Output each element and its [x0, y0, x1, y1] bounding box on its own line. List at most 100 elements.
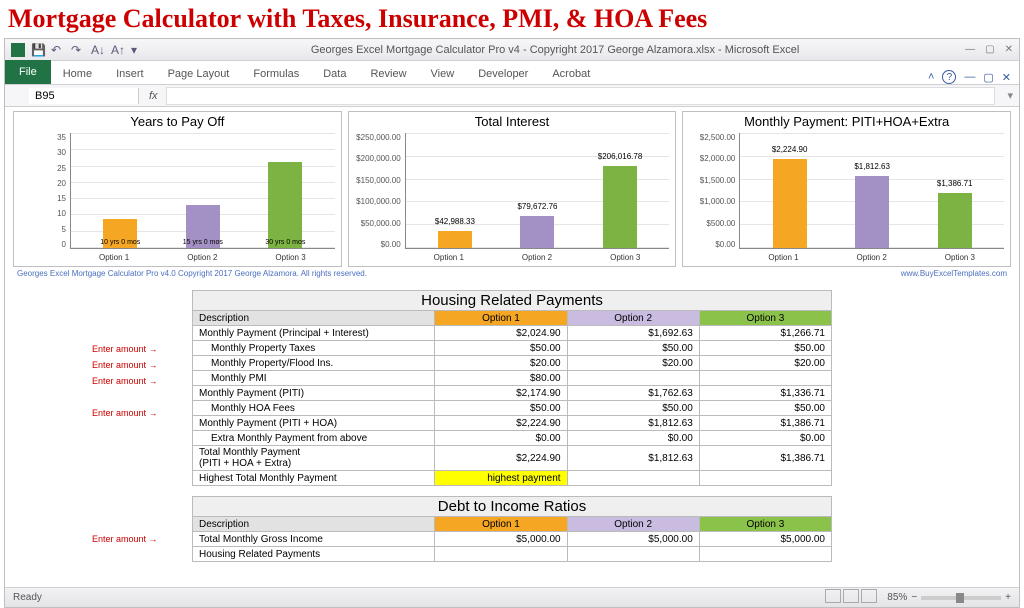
close-icon[interactable]: ✕ — [1005, 44, 1013, 55]
cell[interactable]: $20.00 — [699, 356, 831, 371]
tab-data[interactable]: Data — [311, 64, 358, 84]
cell[interactable]: $2,174.90 — [435, 386, 567, 401]
cell[interactable]: $2,224.90 — [435, 416, 567, 431]
x-tick: Option 3 — [275, 253, 305, 262]
workbook-max-icon[interactable]: ▢ — [983, 71, 993, 84]
cell[interactable]: $5,000.00 — [435, 532, 567, 547]
row-label: Total Monthly Payment(PITI + HOA + Extra… — [193, 446, 435, 471]
fx-icon[interactable]: fx — [141, 90, 166, 102]
cell[interactable]: $50.00 — [567, 341, 699, 356]
cell[interactable]: $1,336.71 — [699, 386, 831, 401]
row-label: Monthly Payment (Principal + Interest) — [193, 326, 435, 341]
redo-icon[interactable]: ↷ — [71, 43, 85, 57]
tab-review[interactable]: Review — [358, 64, 418, 84]
cell[interactable]: $1,266.71 — [699, 326, 831, 341]
workbook-min-icon[interactable]: — — [964, 71, 975, 83]
col-header: Option 3 — [699, 517, 831, 532]
credits-left: Georges Excel Mortgage Calculator Pro v4… — [17, 269, 367, 278]
tab-developer[interactable]: Developer — [466, 64, 540, 84]
worksheet-area[interactable]: Years to Pay Off 35302520151050 10 yrs 0… — [5, 107, 1019, 587]
cell[interactable]: $1,692.63 — [567, 326, 699, 341]
cell[interactable]: $0.00 — [435, 431, 567, 446]
y-tick: 35 — [18, 133, 66, 142]
cell[interactable]: $1,386.71 — [699, 416, 831, 431]
workbook-close-icon[interactable]: ✕ — [1002, 71, 1011, 84]
cell[interactable]: $1,762.63 — [567, 386, 699, 401]
enter-amount-hint — [92, 453, 158, 469]
table-row: Monthly Property Taxes $50.00 $50.00 $50… — [193, 341, 832, 356]
tab-home[interactable]: Home — [51, 64, 104, 84]
tab-page-layout[interactable]: Page Layout — [156, 64, 242, 84]
cell[interactable]: $50.00 — [435, 341, 567, 356]
cell[interactable]: $2,024.90 — [435, 326, 567, 341]
table-row: Monthly Payment (PITI) $2,174.90 $1,762.… — [193, 386, 832, 401]
sort-desc-icon[interactable]: A↑ — [111, 43, 125, 57]
help-icon[interactable]: ? — [942, 70, 956, 84]
view-switcher[interactable] — [823, 589, 877, 606]
tab-view[interactable]: View — [419, 64, 467, 84]
tab-insert[interactable]: Insert — [104, 64, 156, 84]
cell[interactable]: $20.00 — [567, 356, 699, 371]
cell[interactable]: $50.00 — [435, 401, 567, 416]
y-tick: 15 — [18, 194, 66, 203]
y-tick: 25 — [18, 164, 66, 173]
y-tick: $100,000.00 — [353, 197, 401, 206]
cell[interactable]: $50.00 — [699, 341, 831, 356]
cell[interactable]: $20.00 — [435, 356, 567, 371]
cell[interactable] — [699, 471, 831, 486]
minimize-ribbon-icon[interactable]: ˄ — [928, 71, 934, 83]
cell[interactable] — [567, 471, 699, 486]
cell[interactable]: $0.00 — [699, 431, 831, 446]
file-tab[interactable]: File — [5, 60, 51, 84]
cell[interactable]: highest payment — [435, 471, 567, 486]
credits-right[interactable]: www.BuyExcelTemplates.com — [901, 269, 1007, 278]
tab-acrobat[interactable]: Acrobat — [540, 64, 602, 84]
bar-value-label: $1,812.63 — [854, 162, 890, 171]
formula-input[interactable] — [166, 87, 996, 105]
chart: Monthly Payment: PITI+HOA+Extra $2,500.0… — [682, 111, 1011, 267]
cell[interactable]: $0.00 — [567, 431, 699, 446]
tab-formulas[interactable]: Formulas — [241, 64, 311, 84]
excel-window: 💾 ↶ ↷ A↓ A↑ ▾ Georges Excel Mortgage Cal… — [4, 38, 1020, 608]
cell[interactable]: $5,000.00 — [699, 532, 831, 547]
chart: Total Interest $250,000.00$200,000.00$15… — [348, 111, 677, 267]
cell[interactable] — [699, 371, 831, 386]
restore-icon[interactable]: ▢ — [985, 44, 994, 55]
zoom-out-icon[interactable]: − — [911, 592, 917, 603]
cell[interactable] — [567, 371, 699, 386]
cell[interactable]: $1,386.71 — [699, 446, 831, 471]
expand-formula-icon[interactable]: ▾ — [1001, 89, 1019, 102]
zoom-level[interactable]: 85% — [887, 592, 907, 603]
row-label: Monthly Payment (PITI + HOA) — [193, 416, 435, 431]
cell[interactable]: $50.00 — [567, 401, 699, 416]
bar-value-label: $79,672.76 — [517, 202, 557, 211]
x-tick: Option 3 — [945, 253, 975, 262]
save-icon[interactable]: 💾 — [31, 43, 45, 57]
debt-income-table: Enter amount → Debt to Income Ratios Des… — [192, 496, 832, 562]
cell[interactable] — [567, 547, 699, 562]
cell[interactable]: $5,000.00 — [567, 532, 699, 547]
cell[interactable] — [699, 547, 831, 562]
col-header: Description — [193, 311, 435, 326]
cell[interactable]: $50.00 — [699, 401, 831, 416]
y-tick: $50,000.00 — [353, 219, 401, 228]
y-tick: $2,500.00 — [687, 133, 735, 142]
qat-dropdown-icon[interactable]: ▾ — [131, 43, 145, 57]
x-tick: Option 3 — [610, 253, 640, 262]
cell[interactable]: $1,812.63 — [567, 416, 699, 431]
enter-amount-hint — [92, 389, 158, 405]
zoom-in-icon[interactable]: + — [1005, 592, 1011, 603]
undo-icon[interactable]: ↶ — [51, 43, 65, 57]
minimize-icon[interactable]: — — [965, 44, 975, 55]
cell[interactable]: $80.00 — [435, 371, 567, 386]
cell[interactable]: $1,812.63 — [567, 446, 699, 471]
sort-asc-icon[interactable]: A↓ — [91, 43, 105, 57]
x-tick: Option 1 — [99, 253, 129, 262]
enter-amount-hint: Enter amount → — [92, 405, 158, 421]
chart-title: Monthly Payment: PITI+HOA+Extra — [683, 112, 1010, 131]
name-box[interactable]: B95 — [29, 88, 139, 104]
cell[interactable] — [435, 547, 567, 562]
page-title: Mortgage Calculator with Taxes, Insuranc… — [0, 0, 1024, 38]
cell[interactable]: $2,224.90 — [435, 446, 567, 471]
zoom-slider[interactable] — [921, 596, 1001, 600]
